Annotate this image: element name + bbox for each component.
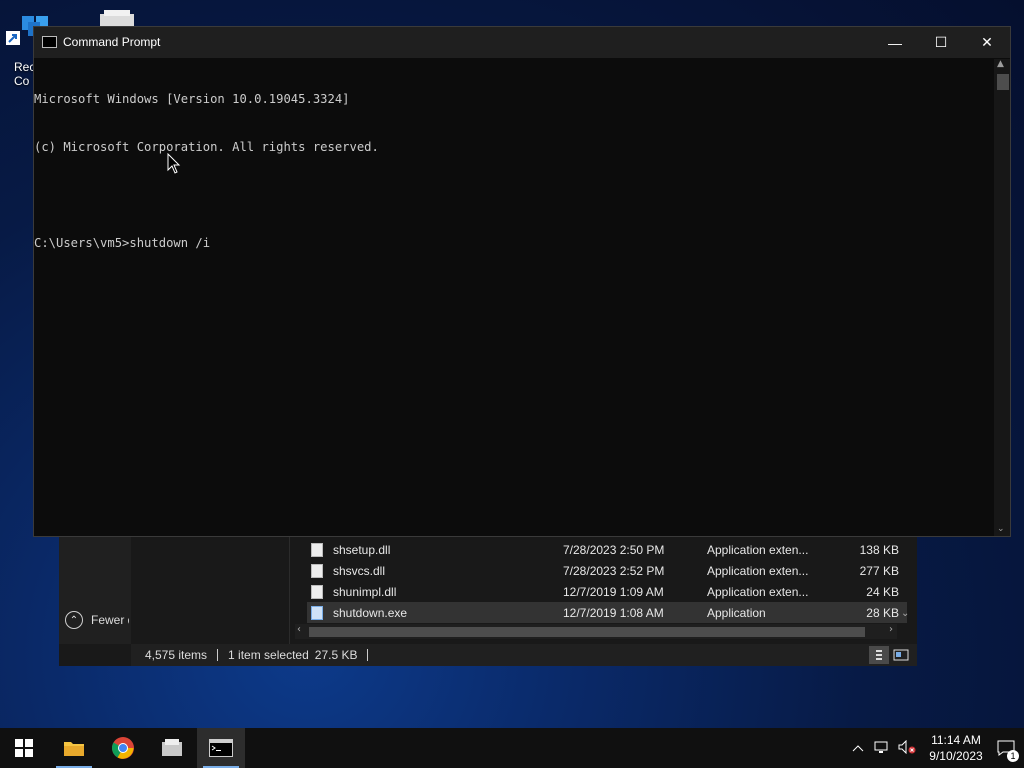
- file-type: Application: [707, 605, 766, 620]
- app-icon: [162, 739, 182, 756]
- fewer-details-label: Fewer details: [91, 613, 129, 627]
- action-center-button[interactable]: 1: [988, 728, 1024, 768]
- file-date: 12/7/2019 1:08 AM: [563, 605, 664, 620]
- file-date: 12/7/2019 1:09 AM: [563, 584, 664, 599]
- show-hidden-icons-icon[interactable]: [852, 741, 864, 755]
- large-icons-view-icon: [893, 649, 909, 661]
- file-name: shunimpl.dll: [333, 584, 397, 599]
- file-explorer-window[interactable]: ⌃ Fewer details shsetup.dll 7/28/2023 2:…: [59, 536, 917, 666]
- horizontal-scrollbar[interactable]: ‹ ›: [295, 624, 897, 639]
- start-button[interactable]: [0, 728, 48, 768]
- details-view-button[interactable]: [869, 646, 889, 664]
- details-view-icon: [876, 650, 882, 660]
- volume-muted-icon[interactable]: [898, 739, 916, 757]
- minimize-icon: —: [888, 34, 902, 51]
- notification-count-badge: 1: [1007, 750, 1019, 762]
- vertical-scroll-down-icon[interactable]: ⌄: [901, 608, 909, 619]
- shortcut-arrow-icon: [6, 30, 22, 46]
- scroll-left-icon[interactable]: ‹: [297, 624, 301, 635]
- explorer-navigation-pane[interactable]: [131, 536, 290, 644]
- dll-file-icon: [311, 563, 323, 578]
- file-size: 277 KB: [859, 563, 899, 578]
- mouse-cursor-icon: [167, 153, 181, 174]
- file-type: Application exten...: [707, 563, 809, 578]
- folder-icon: [64, 742, 84, 756]
- file-date: 7/28/2023 2:50 PM: [563, 542, 665, 557]
- maximize-icon: ☐: [934, 34, 948, 50]
- taskbar-app[interactable]: [148, 728, 196, 768]
- selected-count: 1 item selected: [228, 648, 309, 662]
- selected-size: 27.5 KB: [314, 648, 358, 662]
- taskbar-command-prompt[interactable]: [197, 728, 245, 768]
- file-row[interactable]: shsetup.dll 7/28/2023 2:50 PM Applicatio…: [307, 539, 907, 560]
- file-size: 138 KB: [859, 542, 899, 557]
- chevron-up-icon: ⌃: [65, 611, 83, 629]
- dll-file-icon: [311, 542, 323, 557]
- divider: [217, 649, 219, 661]
- explorer-side-panel: ⌃ Fewer details: [59, 536, 132, 644]
- clock-time: 11:14 AM: [931, 733, 981, 747]
- window-title: Command Prompt: [63, 35, 161, 49]
- console-vertical-scrollbar[interactable]: ▲ ⌄: [994, 59, 1010, 536]
- file-size: 28 KB: [866, 605, 899, 620]
- fewer-details-button[interactable]: ⌃ Fewer details: [65, 608, 129, 632]
- file-type: Application exten...: [707, 584, 809, 599]
- file-row[interactable]: shunimpl.dll 12/7/2019 1:09 AM Applicati…: [307, 581, 907, 602]
- title-bar[interactable]: Command Prompt — ☐ ✕: [34, 27, 1010, 58]
- taskbar-clock[interactable]: 11:14 AM 9/10/2023: [924, 732, 988, 764]
- taskbar: 11:14 AM 9/10/2023 1: [0, 728, 1024, 768]
- scroll-right-icon[interactable]: ›: [889, 624, 893, 635]
- network-icon[interactable]: [98, 8, 138, 28]
- large-icons-view-button[interactable]: [891, 646, 911, 664]
- close-button[interactable]: ✕: [964, 27, 1010, 58]
- file-row-selected[interactable]: shutdown.exe 12/7/2019 1:08 AM Applicati…: [307, 602, 907, 623]
- desktop-label-control-panel: Co: [14, 74, 30, 88]
- file-name: shutdown.exe: [333, 605, 408, 620]
- exe-file-icon: [311, 605, 323, 620]
- cmd-app-icon: [42, 36, 57, 48]
- scrollbar-thumb[interactable]: [309, 627, 865, 637]
- dll-file-icon: [311, 584, 323, 599]
- item-count: 4,575 items: [145, 648, 208, 662]
- console-line: Microsoft Windows [Version 10.0.19045.33…: [34, 92, 350, 106]
- minimize-button[interactable]: —: [872, 27, 918, 58]
- file-date: 7/28/2023 2:52 PM: [563, 563, 665, 578]
- scrollbar-thumb[interactable]: [997, 74, 1009, 90]
- chrome-icon: [112, 737, 134, 759]
- taskbar-file-explorer[interactable]: [50, 728, 98, 768]
- divider: [367, 649, 369, 661]
- windows-logo-icon: [15, 739, 33, 757]
- maximize-button[interactable]: ☐: [918, 27, 964, 58]
- explorer-status-bar: 4,575 items 1 item selected 27.5 KB: [131, 644, 917, 666]
- scroll-down-icon[interactable]: ⌄: [997, 524, 1005, 534]
- cmd-icon: [209, 739, 233, 757]
- file-type: Application exten...: [707, 542, 809, 557]
- clock-date: 9/10/2023: [929, 749, 983, 763]
- scroll-up-icon[interactable]: ▲: [997, 59, 1004, 69]
- system-tray: 11:14 AM 9/10/2023 1: [852, 728, 1024, 768]
- close-icon: ✕: [981, 34, 993, 50]
- file-name: shsvcs.dll: [333, 563, 386, 578]
- file-row[interactable]: shsvcs.dll 7/28/2023 2:52 PM Application…: [307, 560, 907, 581]
- file-name: shsetup.dll: [333, 542, 391, 557]
- taskbar-chrome[interactable]: [99, 728, 147, 768]
- command-prompt-window[interactable]: Command Prompt — ☐ ✕ Microsoft Windows […: [33, 26, 1011, 537]
- network-status-icon[interactable]: [874, 740, 890, 757]
- console-output[interactable]: Microsoft Windows [Version 10.0.19045.33…: [34, 59, 996, 537]
- file-size: 24 KB: [866, 584, 899, 599]
- console-line: C:\Users\vm5>shutdown /i: [34, 236, 211, 250]
